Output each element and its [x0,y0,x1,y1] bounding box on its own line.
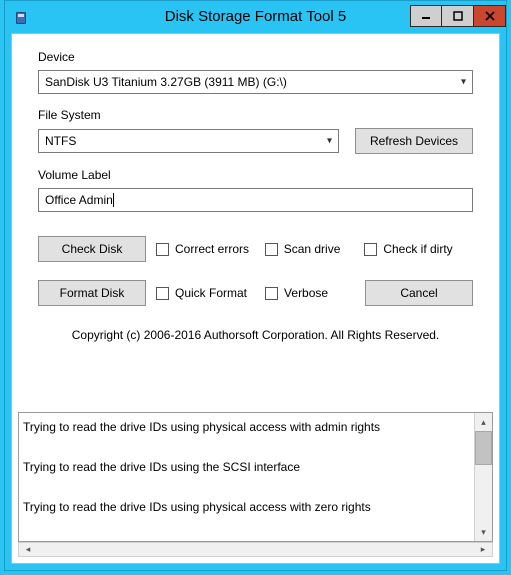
checkbox-label: Scan drive [284,242,341,256]
copyright-text: Copyright (c) 2006-2016 Authorsoft Corpo… [38,328,473,342]
cancel-button[interactable]: Cancel [365,280,473,306]
scroll-track[interactable] [475,465,492,523]
scroll-down-icon[interactable]: ▾ [475,523,492,541]
check-if-dirty-checkbox[interactable]: Check if dirty [364,242,452,256]
refresh-devices-button[interactable]: Refresh Devices [355,128,473,154]
checkbox-label: Check if dirty [383,242,452,256]
log-line: Trying to read the drive IDs using physi… [23,419,472,435]
check-disk-button[interactable]: Check Disk [38,236,146,262]
checkbox-icon [156,243,169,256]
quick-format-checkbox[interactable]: Quick Format [156,286,247,300]
scroll-thumb[interactable] [475,431,492,465]
log-panel: Trying to read the drive IDs using physi… [18,412,493,557]
minimize-button[interactable] [410,5,442,27]
filesystem-select-value: NTFS [45,134,76,148]
checkbox-icon [156,287,169,300]
vertical-scrollbar[interactable]: ▴ ▾ [474,413,492,541]
volumelabel-input[interactable]: Office Admin [38,188,473,212]
volumelabel-value: Office Admin [45,193,113,207]
app-window: Disk Storage Format Tool 5 Device SanDis… [4,0,507,571]
device-label: Device [38,50,473,64]
format-disk-button[interactable]: Format Disk [38,280,146,306]
scroll-left-icon[interactable]: ◂ [19,543,37,556]
chevron-down-icon: ▾ [461,77,466,88]
text-caret [113,193,114,207]
log-line: Trying to read the drive IDs using the S… [23,459,472,475]
scroll-up-icon[interactable]: ▴ [475,413,492,431]
device-select-value: SanDisk U3 Titanium 3.27GB (3911 MB) (G:… [45,75,287,89]
client-area: Device SanDisk U3 Titanium 3.27GB (3911 … [11,33,500,564]
form-area: Device SanDisk U3 Titanium 3.27GB (3911 … [12,34,499,342]
horizontal-scrollbar[interactable]: ◂ ▸ [18,542,493,557]
scan-drive-checkbox[interactable]: Scan drive [265,242,341,256]
format-row: Format Disk Quick Format Verbose Cancel [38,280,473,306]
scroll-track[interactable] [37,543,474,556]
filesystem-label: File System [38,108,473,122]
checkbox-label: Quick Format [175,286,247,300]
titlebar[interactable]: Disk Storage Format Tool 5 [5,1,506,31]
device-select[interactable]: SanDisk U3 Titanium 3.27GB (3911 MB) (G:… [38,70,473,94]
window-buttons [410,5,506,27]
checkbox-label: Verbose [284,286,328,300]
checkbox-icon [364,243,377,256]
app-icon [13,8,28,24]
checkbox-label: Correct errors [175,242,249,256]
check-row: Check Disk Correct errors Scan drive Che… [38,236,473,262]
checkbox-icon [265,287,278,300]
close-button[interactable] [474,5,506,27]
volumelabel-label: Volume Label [38,168,473,182]
log-line: Trying to read the drive IDs using physi… [23,499,472,515]
correct-errors-checkbox[interactable]: Correct errors [156,242,249,256]
chevron-down-icon: ▾ [327,136,332,147]
log-textarea[interactable]: Trying to read the drive IDs using physi… [18,412,493,542]
maximize-button[interactable] [442,5,474,27]
scroll-right-icon[interactable]: ▸ [474,543,492,556]
log-content: Trying to read the drive IDs using physi… [23,419,472,542]
verbose-checkbox[interactable]: Verbose [265,286,328,300]
filesystem-select[interactable]: NTFS ▾ [38,129,339,153]
checkbox-icon [265,243,278,256]
